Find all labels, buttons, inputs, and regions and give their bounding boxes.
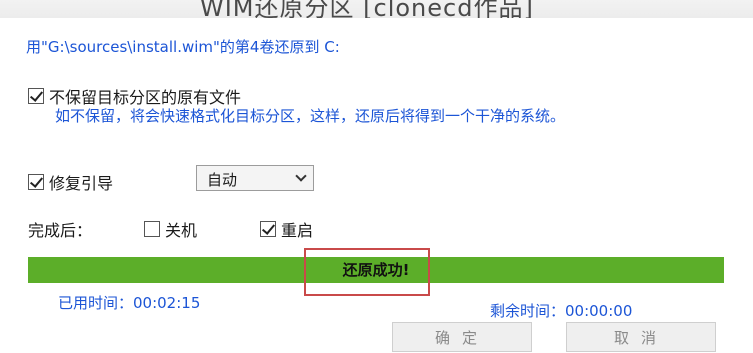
keep-files-label: 不保留目标分区的原有文件 (49, 88, 242, 107)
cancel-button[interactable]: 取消 (566, 322, 716, 352)
format-hint: 如不保留，将会快速格式化目标分区，这样，还原后将得到一个干净的系统。 (55, 107, 566, 125)
chevron-down-icon (295, 170, 307, 182)
repair-boot-option[interactable]: 修复引导 (28, 170, 113, 194)
keep-files-option[interactable]: 不保留目标分区的原有文件 (28, 84, 241, 108)
after-complete-group: 完成后： (28, 217, 92, 241)
title-bar: WIM还原分区 [clonecd作品] (0, 0, 753, 18)
ok-button[interactable]: 确定 (392, 322, 532, 352)
shutdown-checkbox[interactable] (144, 221, 160, 237)
restart-label: 重启 (281, 221, 314, 240)
window-title: WIM还原分区 [clonecd作品] (200, 0, 534, 18)
repair-boot-checkbox[interactable] (28, 174, 44, 190)
elapsed-time: 已用时间：00:02:15 (58, 294, 201, 312)
boot-mode-dropdown[interactable]: 自动 (196, 165, 314, 191)
highlight-box (304, 248, 430, 296)
boot-mode-value: 自动 (207, 171, 238, 189)
remaining-time: 剩余时间：00:00:00 (490, 302, 633, 320)
after-complete-label: 完成后： (28, 221, 93, 240)
restart-option[interactable]: 重启 (260, 217, 313, 241)
keep-files-checkbox[interactable] (28, 88, 44, 104)
restart-checkbox[interactable] (260, 221, 276, 237)
repair-boot-label: 修复引导 (49, 174, 114, 193)
shutdown-option[interactable]: 关机 (144, 217, 197, 241)
source-description: 用"G:\sources\install.wim"的第4卷还原到 C: (26, 38, 340, 56)
shutdown-label: 关机 (165, 221, 198, 240)
